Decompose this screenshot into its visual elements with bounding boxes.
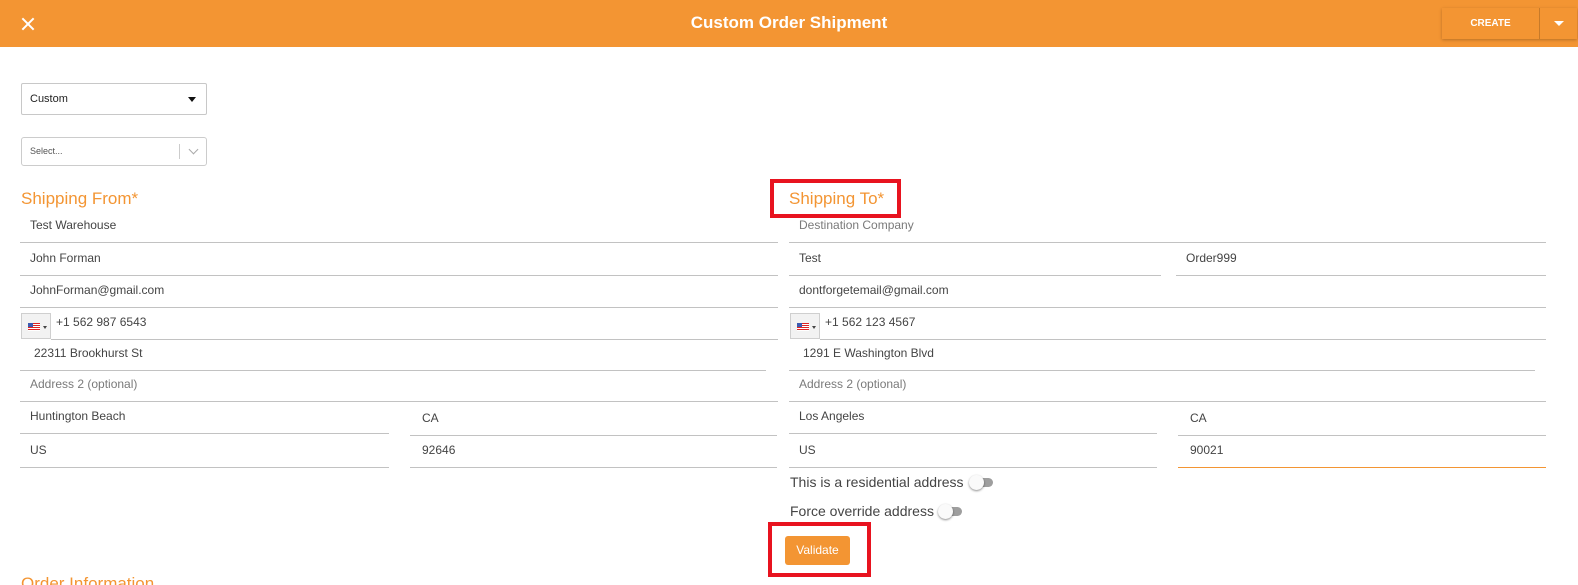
- to-address1-field[interactable]: 1291 E Washington Blvd: [789, 341, 1535, 371]
- secondary-select-placeholder: Select...: [30, 146, 63, 156]
- to-zip-field[interactable]: 90021: [1178, 438, 1546, 468]
- to-country-code-selector[interactable]: [790, 313, 820, 339]
- from-zip-field[interactable]: 92646: [410, 438, 777, 468]
- from-address2-field[interactable]: Address 2 (optional): [20, 372, 778, 402]
- to-country-field[interactable]: US: [789, 438, 1157, 468]
- secondary-select[interactable]: Select...: [21, 137, 207, 166]
- to-city-field[interactable]: Los Angeles: [789, 404, 1157, 434]
- toggle-knob: [938, 504, 953, 519]
- create-order-button[interactable]: CREATE ORDER: [1442, 8, 1539, 60]
- from-phone-field[interactable]: +1 562 987 6543: [51, 310, 778, 340]
- caret-down-icon: [188, 97, 196, 102]
- caret-down-icon: [812, 326, 816, 329]
- order-information-title: Order Information: [21, 574, 155, 585]
- validate-button[interactable]: Validate: [785, 536, 850, 565]
- caret-down-icon: [43, 326, 47, 329]
- from-email-field[interactable]: JohnForman@gmail.com: [20, 278, 778, 308]
- order-type-value: Custom: [30, 93, 68, 105]
- to-first-name-field[interactable]: Test: [789, 246, 1161, 276]
- force-override-toggle[interactable]: [938, 504, 962, 519]
- select-separator: [179, 144, 180, 159]
- from-name-field[interactable]: John Forman: [20, 246, 778, 276]
- from-country-field[interactable]: US: [20, 438, 389, 468]
- chevron-down-icon: [188, 144, 199, 155]
- from-city-field[interactable]: Huntington Beach: [20, 404, 389, 434]
- from-country-code-selector[interactable]: [21, 313, 51, 339]
- shipping-from-title: Shipping From*: [21, 189, 139, 208]
- page-title: Custom Order Shipment: [690, 13, 888, 32]
- from-company-field[interactable]: Test Warehouse: [20, 213, 778, 243]
- to-email-field[interactable]: dontforgetemail@gmail.com: [789, 278, 1546, 308]
- residential-address-label: This is a residential address: [790, 474, 964, 490]
- us-flag-icon: [28, 323, 40, 331]
- create-order-dropdown-button[interactable]: [1539, 8, 1577, 39]
- shipping-to-title: Shipping To*: [789, 189, 885, 208]
- to-phone-field[interactable]: +1 562 123 4567: [820, 310, 1546, 340]
- to-state-field[interactable]: CA: [1178, 406, 1546, 436]
- to-company-field[interactable]: Destination Company: [789, 213, 1546, 243]
- order-type-select[interactable]: Custom: [21, 83, 207, 115]
- from-state-field[interactable]: CA: [410, 406, 777, 436]
- us-flag-icon: [797, 323, 809, 331]
- force-override-label: Force override address: [790, 503, 934, 519]
- to-last-name-field[interactable]: Order999: [1176, 246, 1546, 276]
- to-address2-field[interactable]: Address 2 (optional): [789, 372, 1546, 402]
- toggle-knob: [969, 475, 984, 490]
- create-order-split-button: CREATE ORDER: [1442, 8, 1577, 60]
- from-address1-field[interactable]: 22311 Brookhurst St: [20, 341, 766, 371]
- residential-address-toggle[interactable]: [969, 475, 993, 490]
- header-bar: Custom Order Shipment CREATE ORDER: [0, 0, 1578, 60]
